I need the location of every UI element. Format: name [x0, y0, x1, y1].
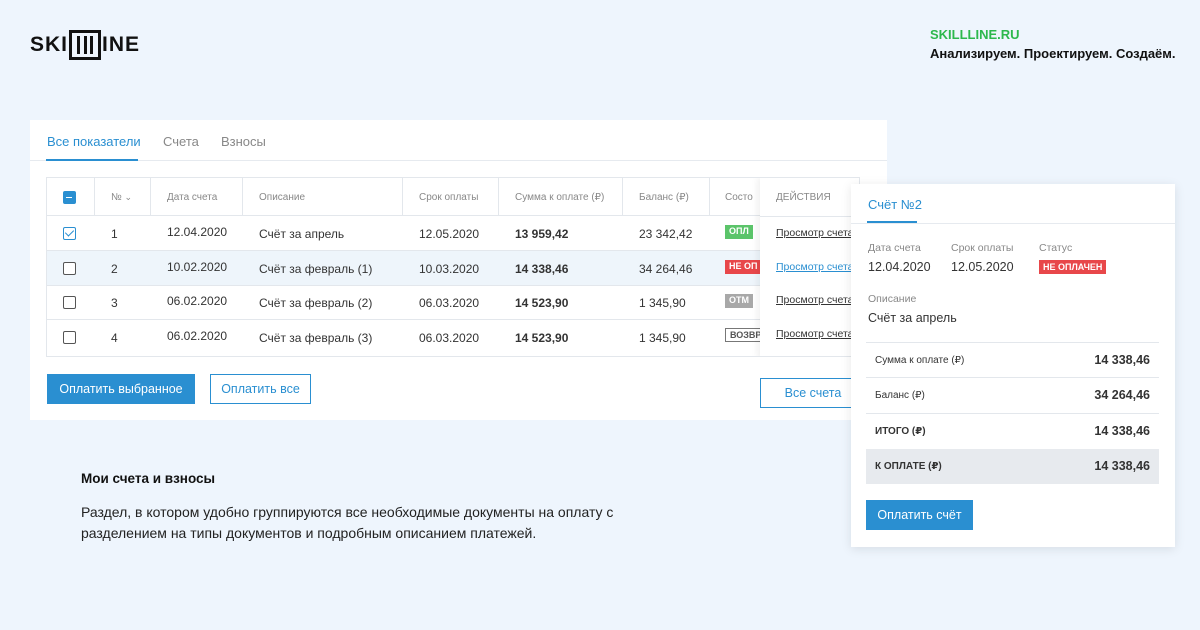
pay-selected-button[interactable]: Оплатить выбранное: [47, 374, 195, 404]
view-invoice-link[interactable]: Просмотр счета: [776, 261, 854, 273]
summary-label: Баланс (₽): [875, 390, 925, 401]
row-description: Счёт за апрель: [259, 227, 345, 241]
status-badge: НЕ ОПЛАЧЕН: [1039, 260, 1107, 274]
col-status-header: Состо: [725, 192, 753, 203]
col-due-header: Срок оплаты: [419, 192, 479, 203]
row-number: 3: [111, 296, 118, 310]
row-description: Счёт за февраль (1): [259, 262, 373, 276]
row-checkbox[interactable]: [63, 262, 76, 275]
view-invoice-link[interactable]: Просмотр счета: [776, 294, 854, 306]
tab-bar: Все показатели Счета Взносы: [30, 120, 887, 161]
logo-mark-icon: [69, 30, 102, 60]
status-badge: ОТМ: [725, 294, 753, 308]
pay-all-button[interactable]: Оплатить все: [210, 374, 311, 404]
invoice-date-label: Дата счета: [868, 242, 921, 254]
summary-row: ИТОГО (₽) 14 338,46: [866, 413, 1159, 448]
table-header-row: № ⌄ Дата счета Описание Срок оплаты Сумм…: [47, 178, 859, 216]
row-sum: 14 338,46: [515, 262, 569, 276]
col-actions-header: ДЕЙСТВИЯ: [776, 192, 831, 203]
row-sum: 14 523,90: [515, 296, 569, 310]
row-number: 2: [111, 262, 118, 276]
row-due-date: 06.03.2020: [419, 331, 480, 345]
row-balance: 34 264,46: [639, 262, 693, 276]
select-all-checkbox[interactable]: [63, 191, 76, 204]
logo-text-right: INE: [102, 33, 141, 56]
col-sum-header: Сумма к оплате (₽): [515, 192, 605, 203]
row-balance: 1 345,90: [639, 331, 686, 345]
site-info: SKILLLINE.RU Анализируем. Проектируем. С…: [930, 27, 1176, 61]
col-date-header: Дата счета: [167, 192, 218, 203]
row-due-date: 12.05.2020: [419, 227, 480, 241]
row-date: 10.02.2020: [167, 260, 228, 274]
tab-all-indicators[interactable]: Все показатели: [47, 134, 141, 149]
table-row[interactable]: 2 10.02.2020 Счёт за февраль (1) 10.03.2…: [47, 251, 859, 286]
row-balance: 23 342,42: [639, 227, 693, 241]
summary-row: Баланс (₽) 34 264,46: [866, 377, 1159, 412]
col-number-header[interactable]: № ⌄: [111, 192, 132, 203]
due-date-value: 12.05.2020: [951, 260, 1014, 274]
invoice-detail-panel: Счёт №2 Дата счета 12.04.2020 Срок оплат…: [851, 184, 1175, 547]
actions-column: ДЕЙСТВИЯ Просмотр счета Просмотр счета П…: [760, 178, 859, 356]
row-number: 1: [111, 227, 118, 241]
row-date: 06.02.2020: [167, 294, 228, 308]
section-description: Раздел, в котором удобно группируются вс…: [81, 504, 614, 541]
view-invoice-link[interactable]: Просмотр счета: [776, 328, 854, 340]
invoice-date-value: 12.04.2020: [868, 260, 931, 274]
row-sum: 13 959,42: [515, 227, 569, 241]
due-date-label: Срок оплаты: [951, 242, 1014, 254]
status-label: Статус: [1039, 242, 1073, 254]
tab-contributions[interactable]: Взносы: [221, 134, 266, 149]
summary-value: 14 338,46: [1094, 353, 1150, 367]
table-row[interactable]: 4 06.02.2020 Счёт за февраль (3) 06.03.2…: [47, 320, 859, 356]
skillline-logo: SKI INE: [30, 30, 140, 60]
summary-row: Сумма к оплате (₽) 14 338,46: [866, 342, 1159, 377]
summary-value: 34 264,46: [1094, 388, 1150, 402]
tab-invoices[interactable]: Счета: [163, 134, 199, 149]
summary-label: ИТОГО (₽): [875, 426, 926, 437]
invoices-table: № ⌄ Дата счета Описание Срок оплаты Сумм…: [46, 177, 860, 357]
row-date: 06.02.2020: [167, 329, 228, 343]
col-balance-header: Баланс (₽): [639, 192, 689, 203]
row-checkbox[interactable]: [63, 331, 76, 344]
row-checkbox[interactable]: [63, 227, 76, 240]
view-invoice-link[interactable]: Просмотр счета: [776, 227, 854, 239]
section-title: Мои счета и взносы: [81, 471, 216, 486]
summary-label: Сумма к оплате (₽): [875, 355, 965, 366]
summary-label: К ОПЛАТЕ (₽): [875, 461, 942, 472]
chevron-down-icon: ⌄: [124, 192, 133, 202]
row-checkbox[interactable]: [63, 296, 76, 309]
row-due-date: 06.03.2020: [419, 296, 480, 310]
description-value: Счёт за апрель: [868, 311, 957, 325]
pay-invoice-button[interactable]: Оплатить счёт: [866, 500, 973, 530]
summary-value: 14 338,46: [1094, 424, 1150, 438]
status-badge: ОПЛ: [725, 225, 753, 239]
status-badge: НЕ ОП: [725, 260, 762, 274]
site-slogan: Анализируем. Проектируем. Создаём.: [930, 46, 1176, 61]
description-label: Описание: [868, 293, 917, 305]
site-url: SKILLLINE.RU: [930, 27, 1020, 42]
active-tab-indicator: [46, 159, 138, 161]
row-balance: 1 345,90: [639, 296, 686, 310]
row-description: Счёт за февраль (3): [259, 331, 373, 345]
table-row[interactable]: 3 06.02.2020 Счёт за февраль (2) 06.03.2…: [47, 286, 859, 320]
tab-invoice-detail[interactable]: Счёт №2: [868, 197, 922, 212]
summary-value: 14 338,46: [1094, 459, 1150, 473]
row-number: 4: [111, 331, 118, 345]
row-description: Счёт за февраль (2): [259, 296, 373, 310]
row-due-date: 10.03.2020: [419, 262, 480, 276]
logo-text-left: SKI: [30, 33, 69, 56]
row-date: 12.04.2020: [167, 225, 228, 239]
invoices-card: Все показатели Счета Взносы № ⌄ Дата сче…: [30, 120, 887, 420]
col-description-header: Описание: [259, 192, 306, 203]
summary-row-total: К ОПЛАТЕ (₽) 14 338,46: [866, 449, 1159, 484]
row-sum: 14 523,90: [515, 331, 569, 345]
table-row[interactable]: 1 12.04.2020 Счёт за апрель 12.05.2020 1…: [47, 216, 859, 251]
